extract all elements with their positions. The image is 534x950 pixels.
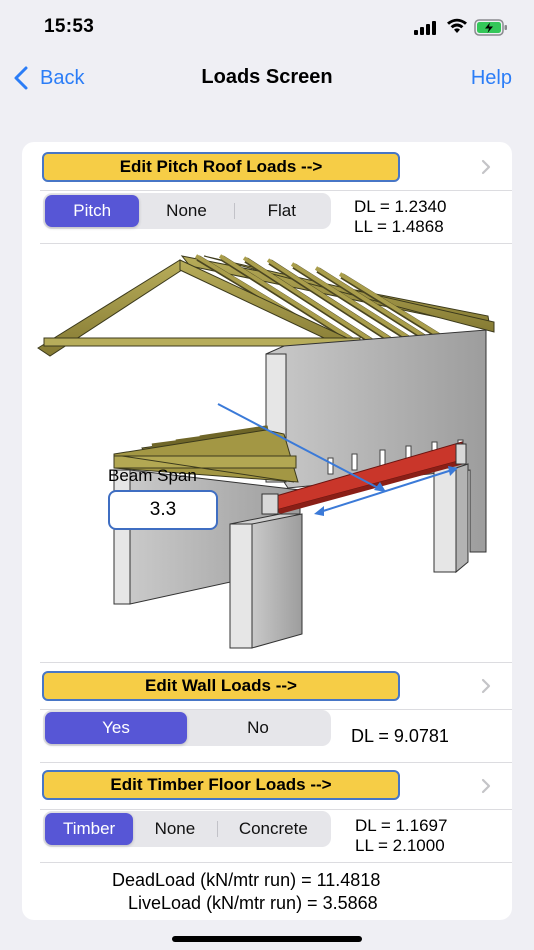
floor-load-values: DL = 1.1697 LL = 2.1000 xyxy=(355,816,447,856)
edit-wall-loads-button[interactable]: Edit Wall Loads --> xyxy=(42,671,400,701)
navigation-bar: Back Loads Screen Help xyxy=(0,54,534,102)
segment-none[interactable]: None xyxy=(139,195,233,227)
page-title: Loads Screen xyxy=(201,66,333,88)
home-indicator[interactable] xyxy=(172,936,362,942)
segment-flat[interactable]: Flat xyxy=(235,195,329,227)
floor-edit-row[interactable]: Edit Timber Floor Loads --> xyxy=(22,763,512,809)
floor-type-segmented-control[interactable]: Timber None Concrete xyxy=(43,811,331,847)
chevron-right-icon xyxy=(481,778,491,794)
segment-no[interactable]: No xyxy=(187,712,329,744)
help-button[interactable]: Help xyxy=(471,67,512,90)
loads-card: Edit Pitch Roof Loads --> Pitch None Fla… xyxy=(22,142,512,920)
live-load-label: LiveLoad (kN/mtr run) = xyxy=(128,893,318,913)
segment-concrete[interactable]: Concrete xyxy=(218,813,329,845)
building-illustration: Beam Span 3.3 xyxy=(22,244,512,662)
wall-type-row: Yes No DL = 9.0781 xyxy=(22,710,512,762)
edit-roof-loads-button[interactable]: Edit Pitch Roof Loads --> xyxy=(42,152,400,182)
floor-ll-value: LL = 2.1000 xyxy=(355,836,445,855)
live-load-total: LiveLoad (kN/mtr run) = 3.5868 xyxy=(128,893,378,914)
roof-type-row: Pitch None Flat DL = 1.2340 LL = 1.4868 xyxy=(22,191,512,243)
beam-span-diagram xyxy=(37,254,495,649)
roof-load-values: DL = 1.2340 LL = 1.4868 xyxy=(354,197,446,237)
battery-charging-icon xyxy=(474,19,507,36)
roof-edit-row[interactable]: Edit Pitch Roof Loads --> xyxy=(22,142,512,190)
beam-span-field[interactable]: 3.3 xyxy=(108,490,218,530)
roof-type-segmented-control[interactable]: Pitch None Flat xyxy=(43,193,331,229)
segment-pitch[interactable]: Pitch xyxy=(45,195,140,227)
wall-segmented-control[interactable]: Yes No xyxy=(43,710,331,746)
segment-yes[interactable]: Yes xyxy=(45,712,187,744)
live-load-value: 3.5868 xyxy=(322,893,378,913)
dead-load-value: 11.4818 xyxy=(316,870,381,890)
chevron-right-icon xyxy=(481,678,491,694)
roof-dl-value: DL = 1.2340 xyxy=(354,197,447,216)
status-bar: 15:53 xyxy=(0,0,534,54)
floor-dl-value: DL = 1.1697 xyxy=(355,816,448,835)
chevron-right-icon xyxy=(481,159,491,175)
cellular-signal-icon xyxy=(414,21,438,35)
segment-timber[interactable]: Timber xyxy=(45,813,134,845)
wall-dl-value: DL = 9.0781 xyxy=(351,726,449,746)
segment-none[interactable]: None xyxy=(133,813,217,845)
wifi-icon xyxy=(447,18,467,33)
dead-load-label: DeadLoad (kN/mtr run) = xyxy=(112,870,312,890)
edit-timber-floor-loads-button[interactable]: Edit Timber Floor Loads --> xyxy=(42,770,400,800)
floor-type-row: Timber None Concrete DL = 1.1697 LL = 2.… xyxy=(22,810,512,862)
dead-load-total: DeadLoad (kN/mtr run) = 11.4818 xyxy=(112,870,380,891)
status-time: 15:53 xyxy=(44,16,95,37)
roof-ll-value: LL = 1.4868 xyxy=(354,217,444,236)
wall-edit-row[interactable]: Edit Wall Loads --> xyxy=(22,663,512,709)
beam-span-label: Beam Span xyxy=(108,466,197,485)
